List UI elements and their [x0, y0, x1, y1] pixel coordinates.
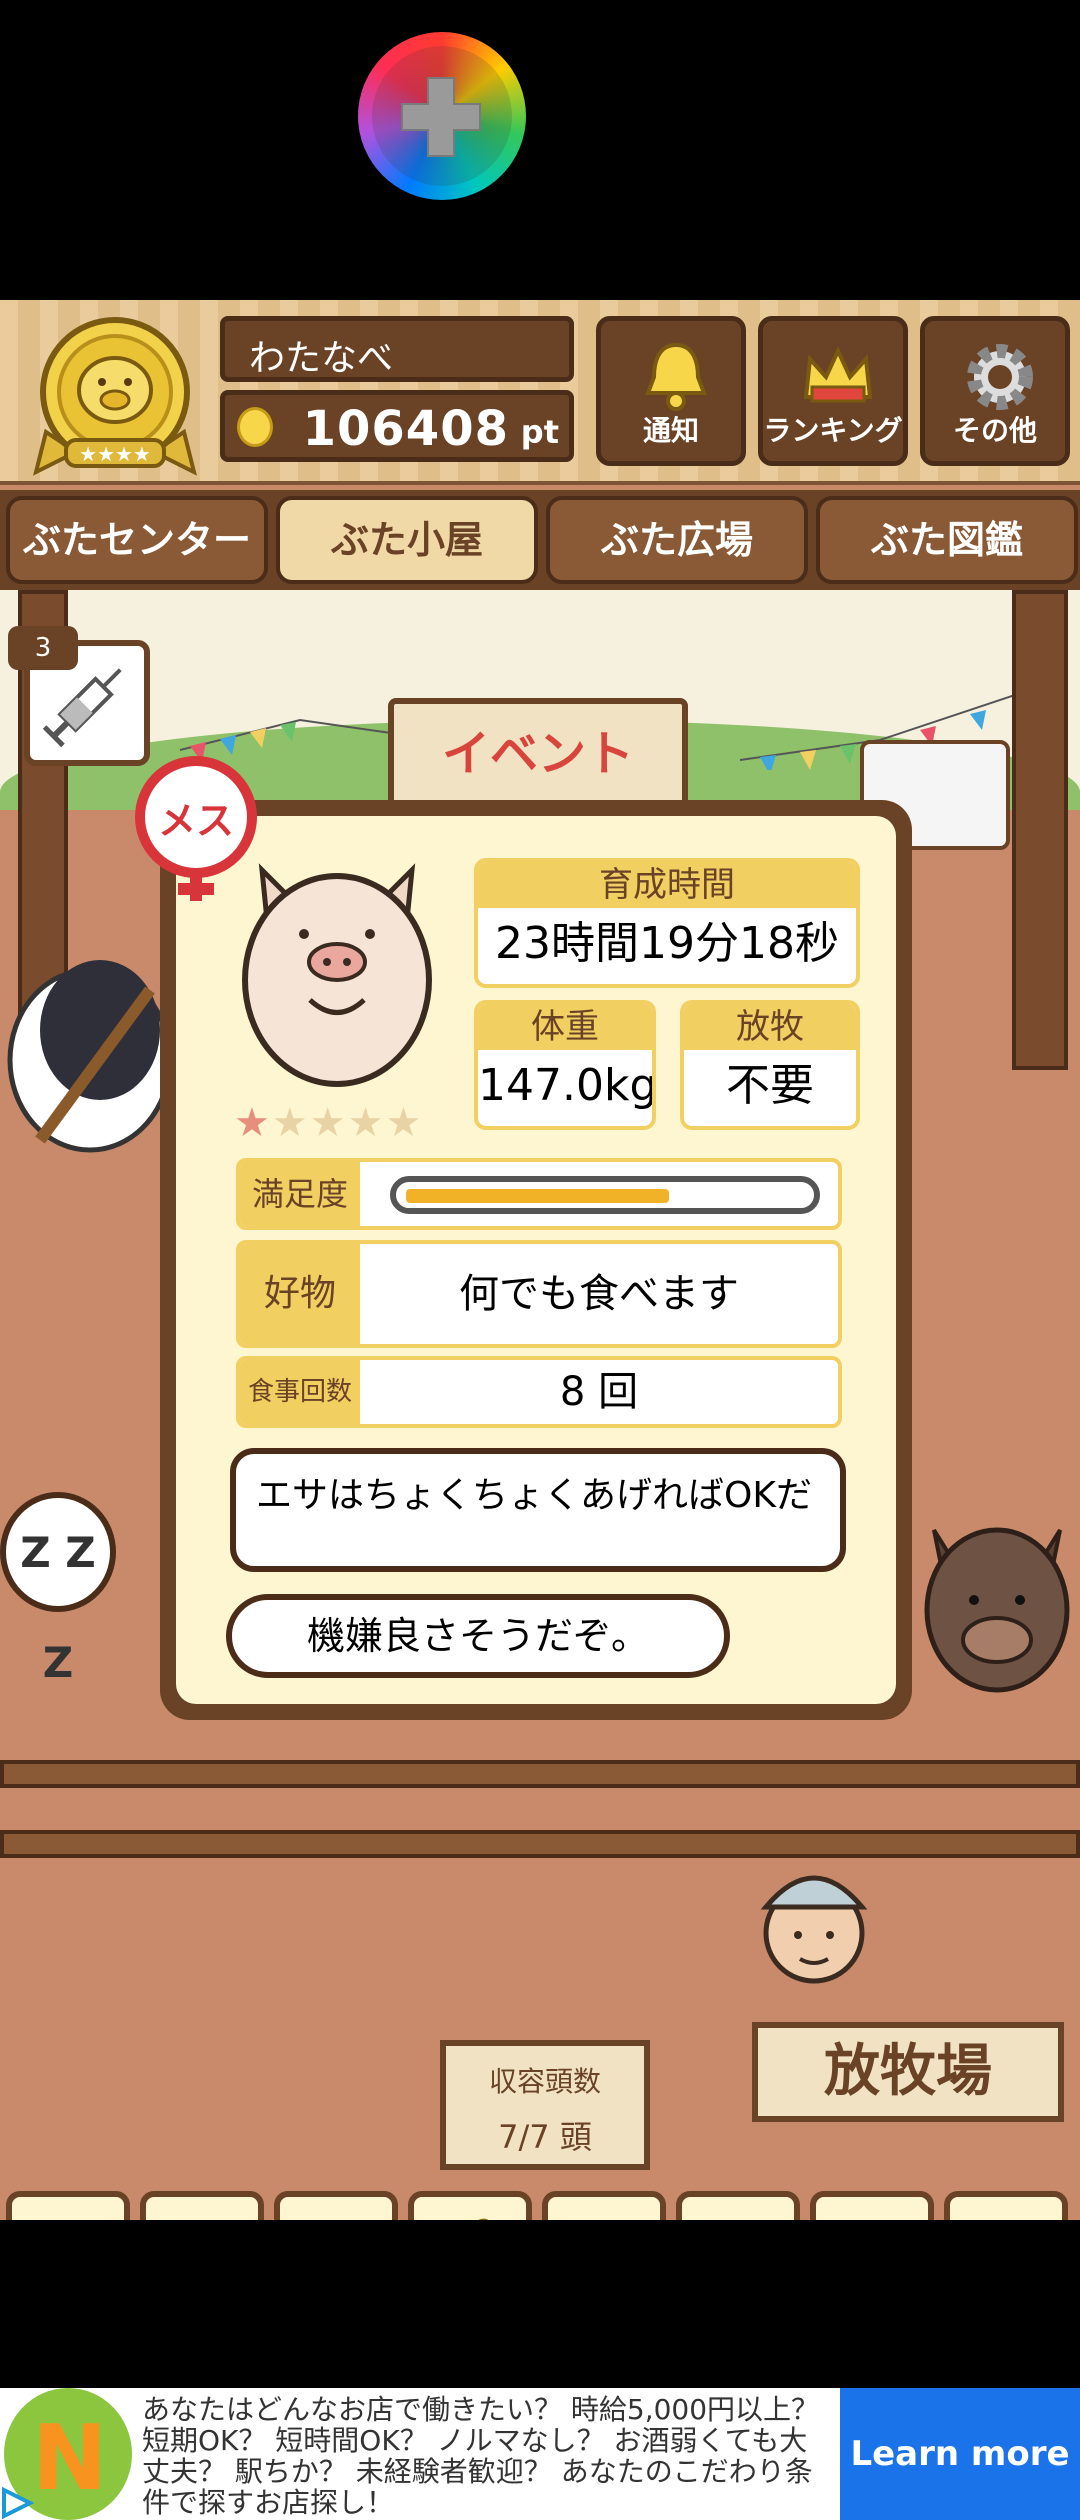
food-selection-bar: [0, 2185, 1080, 2220]
favorite-value: 何でも食べます: [459, 1271, 739, 1317]
fence-rail-top: [0, 1760, 1080, 1788]
weight-card: 体重 147.0kg: [474, 1000, 656, 1130]
advice-text: エサはちょくちょくあげればOKだ: [256, 1475, 812, 1516]
grain-bowl-icon: [824, 2215, 920, 2220]
grazing-value: 不要: [726, 1060, 814, 1111]
farmer-face-icon: [760, 1875, 868, 1984]
satisfaction-label: 満足度: [240, 1162, 360, 1226]
growth-time-label: 育成時間: [478, 862, 856, 908]
points-unit: pt: [520, 413, 559, 451]
ad-learn-more-button[interactable]: Learn more: [840, 2388, 1080, 2520]
star-empty-icon: ★★★★: [271, 1100, 424, 1146]
food-item-grain-bowl[interactable]: [810, 2191, 934, 2220]
notification-label: 通知: [642, 414, 699, 447]
ad-logo-letter: N: [32, 2406, 108, 2511]
meals-value: 8 回: [559, 1369, 639, 1415]
sleeping-bubble: Z Z Z: [0, 1492, 116, 1687]
favorite-food-row: 好物 何でも食べます: [236, 1240, 842, 1348]
rarity-stars: ★★★★★: [234, 1100, 423, 1146]
pig-medal-icon[interactable]: ★★★★: [26, 312, 204, 480]
meals-label: 食事回数: [240, 1360, 360, 1424]
app-screen: ★★★★ わたなべ 106408 pt 通知 ランキング その他 ぶたセンター …: [0, 0, 1080, 2520]
boar-character: [924, 1527, 1070, 1693]
ad-choices-icon[interactable]: [0, 2486, 34, 2520]
food-item-sweet-potato[interactable]: [274, 2191, 398, 2220]
meal-count-row: 食事回数 8 回: [236, 1356, 842, 1428]
weight-value: 147.0kg: [478, 1060, 656, 1111]
food-item-acorn[interactable]: [676, 2191, 800, 2220]
farmer-pig-character: [7, 960, 173, 1153]
mixed-grain-icon: [154, 2215, 250, 2220]
coin-icon: [237, 407, 273, 447]
acorn-icon: [690, 2215, 786, 2220]
sweet-potato-icon: [288, 2215, 384, 2220]
injection-count: 3: [8, 626, 78, 670]
food-item-herb-berries[interactable]: [542, 2191, 666, 2220]
food-item-corn[interactable]: [408, 2191, 532, 2220]
satisfaction-bar: [390, 1176, 820, 1214]
points-display: 106408 pt: [220, 390, 574, 462]
grain-pile-icon: [20, 2215, 116, 2220]
food-item-grain-pile[interactable]: [6, 2191, 130, 2220]
tab-pig-center[interactable]: ぶたセンター: [6, 496, 268, 584]
points-value: 106408: [302, 401, 509, 457]
dpad-icon: [401, 77, 481, 157]
settings-label: その他: [952, 414, 1037, 447]
mood-text: 機嫌良さそうだぞ。: [306, 1614, 649, 1658]
tab-pig-encyclopedia[interactable]: ぶた図鑑: [816, 496, 1078, 584]
ranking-label: ランキング: [763, 414, 903, 447]
main-tabs: ぶたセンター ぶた小屋 ぶた広場 ぶた図鑑: [0, 490, 1080, 590]
satisfaction-fill: [406, 1189, 669, 1203]
bell-icon: [645, 342, 707, 411]
crown-icon: [803, 346, 873, 403]
header-bar: ★★★★ わたなべ 106408 pt 通知 ランキング その他: [0, 300, 1080, 485]
food-item-mixed-grain[interactable]: [140, 2191, 264, 2220]
growth-time-card: 育成時間 23時間19分18秒: [474, 858, 860, 988]
food-item-meatball-plate[interactable]: [944, 2191, 1068, 2220]
tab-pig-plaza[interactable]: ぶた広場: [546, 496, 808, 584]
growth-time-value: 23時間19分18秒: [495, 918, 839, 969]
game-area: ★★★★ わたなべ 106408 pt 通知 ランキング その他 ぶたセンター …: [0, 300, 1080, 2220]
meatball-plate-icon: [958, 2215, 1054, 2220]
gender-label: メス: [157, 799, 234, 843]
star-filled-icon: ★: [234, 1100, 272, 1146]
capacity-value: 7/7 頭: [498, 2118, 592, 2156]
grazing-card: 放牧 不要: [680, 1000, 860, 1130]
ranking-button[interactable]: ランキング: [758, 316, 908, 466]
svg-text:★★★★: ★★★★: [79, 442, 151, 466]
capacity-label: 収容頭数: [488, 2065, 601, 2098]
capacity-sign: 収容頭数 7/7 頭: [440, 2040, 650, 2170]
settings-button[interactable]: その他: [920, 316, 1070, 466]
herb-berries-icon: [556, 2215, 652, 2220]
ad-banner[interactable]: N あなたはどんなお店で働きたい？ 時給5,000円以上？ 短期OK？ 短時間O…: [0, 2388, 1080, 2520]
pig-portrait: [242, 863, 432, 1087]
mood-bubble: 機嫌良さそうだぞ。: [226, 1594, 730, 1678]
grazing-label: 放牧: [684, 1004, 856, 1050]
favorite-label: 好物: [240, 1244, 360, 1344]
ad-text: あなたはどんなお店で働きたい？ 時給5,000円以上？ 短期OK？ 短時間OK？…: [142, 2393, 820, 2519]
weight-label: 体重: [478, 1004, 652, 1050]
advice-bubble: エサはちょくちょくあげればOKだ: [230, 1448, 846, 1572]
notification-button[interactable]: 通知: [596, 316, 746, 466]
satisfaction-row: 満足度: [236, 1158, 842, 1230]
pasture-sign-button[interactable]: 放牧場: [752, 2022, 1064, 2122]
tab-pig-barn[interactable]: ぶた小屋: [276, 496, 538, 584]
fence-post-right: [1012, 590, 1068, 1070]
gear-icon: [967, 344, 1033, 410]
corn-icon: [452, 2218, 496, 2220]
fence-rail-bottom: [0, 1830, 1080, 1858]
player-name: わたなべ: [220, 316, 574, 382]
